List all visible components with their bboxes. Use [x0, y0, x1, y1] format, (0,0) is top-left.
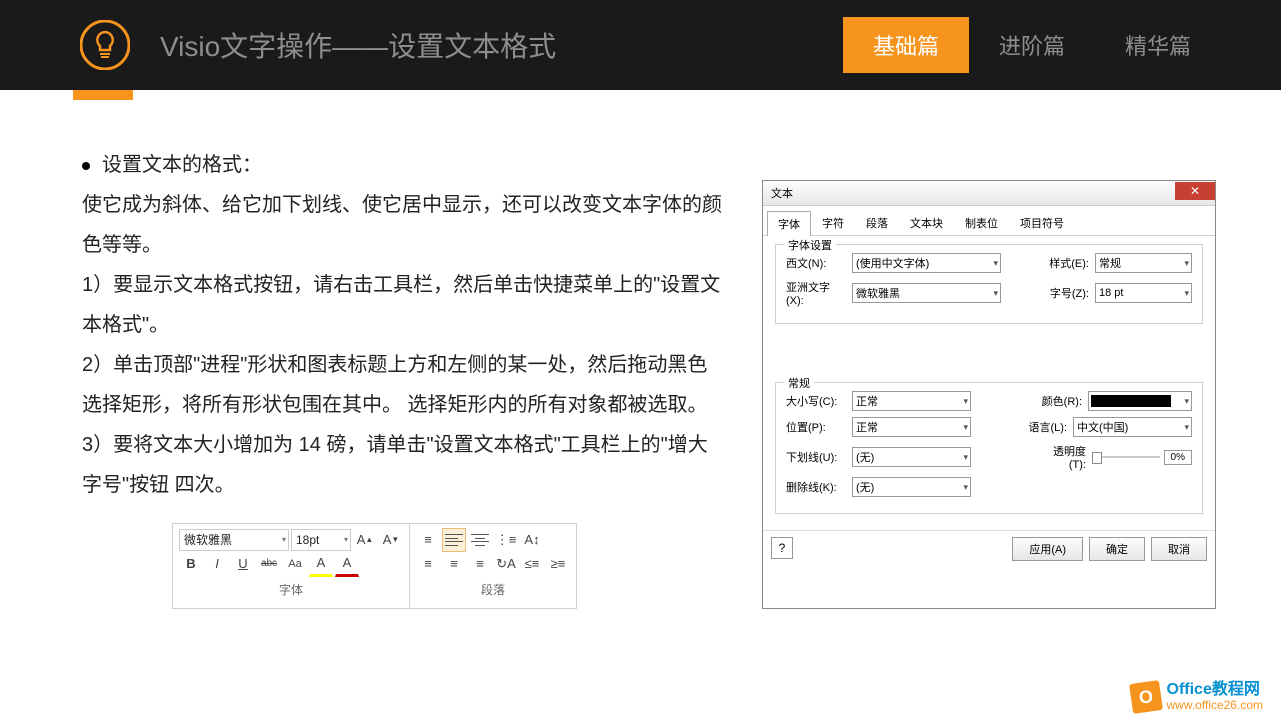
color-combo[interactable] — [1088, 391, 1192, 411]
instruction-text: 设置文本的格式： 使它成为斜体、给它加下划线、使它居中显示，还可以改变文本字体的… — [82, 145, 722, 609]
dialog-tabs: 字体 字符 段落 文本块 制表位 项目符号 — [763, 206, 1215, 236]
style-label: 样式(E): — [1043, 255, 1089, 271]
footer-brand: O Office教程网 www.office26.com — [1131, 681, 1264, 712]
strike-combo[interactable]: (无) — [852, 477, 971, 497]
asian-font-combo[interactable]: 微软雅黑 — [852, 283, 1001, 303]
western-label: 西文(N): — [786, 255, 846, 271]
font-settings-group: 字体设置 西文(N): (使用中文字体) 样式(E): 常规 亚洲文字(X): … — [775, 244, 1203, 324]
align-middle-button[interactable]: ≡ — [442, 552, 466, 576]
format-toolbar: 微软雅黑 18pt A▲ A▼ B I U abc Aa A A 字体 — [172, 523, 577, 609]
font-family-combo[interactable]: 微软雅黑 — [179, 529, 289, 551]
ok-button[interactable]: 确定 — [1089, 537, 1145, 561]
position-label: 位置(P): — [786, 419, 846, 435]
dlg-tab-font[interactable]: 字体 — [767, 211, 811, 236]
group-paragraph-label: 段落 — [416, 576, 570, 604]
case-combo[interactable]: 正常 — [852, 391, 971, 411]
trans-value: 0% — [1164, 450, 1192, 465]
grow-font-button[interactable]: A▲ — [353, 528, 377, 552]
group-label-font: 字体设置 — [784, 237, 836, 253]
underline-label: 下划线(U): — [786, 449, 846, 465]
section-heading: 设置文本的格式： — [102, 154, 262, 176]
dlg-tab-block[interactable]: 文本块 — [899, 210, 954, 235]
transparency-slider[interactable]: 0% — [1092, 450, 1192, 465]
group-label-general: 常规 — [784, 375, 814, 391]
case-label: 大小写(C): — [786, 393, 846, 409]
dlg-tab-bullet[interactable]: 项目符号 — [1009, 210, 1075, 235]
size-combo[interactable]: 18 pt — [1095, 283, 1192, 303]
nav-tabs: 基础篇 进阶篇 精华篇 — [843, 17, 1221, 73]
bold-button[interactable]: B — [179, 552, 203, 576]
paragraph-intro: 使它成为斜体、给它加下划线、使它居中显示，还可以改变文本字体的颜色等等。 — [82, 185, 722, 265]
style-combo[interactable]: 常规 — [1095, 253, 1192, 273]
strike-label: 删除线(K): — [786, 479, 846, 495]
western-font-combo[interactable]: (使用中文字体) — [852, 253, 1001, 273]
text-dialog: 文本 ✕ 字体 字符 段落 文本块 制表位 项目符号 字体设置 西文(N): (… — [762, 180, 1216, 609]
align-left-button[interactable] — [442, 528, 466, 552]
brand-url: www.office26.com — [1167, 699, 1264, 712]
general-group: 常规 大小写(C): 正常 颜色(R): 位置(P): 正常 语言(L): 中文… — [775, 382, 1203, 514]
dlg-tab-para[interactable]: 段落 — [855, 210, 899, 235]
align-center-button[interactable] — [468, 528, 492, 552]
cancel-button[interactable]: 取消 — [1151, 537, 1207, 561]
size-label: 字号(Z): — [1043, 285, 1089, 301]
rotate-button[interactable]: ↻A — [494, 552, 518, 576]
italic-button[interactable]: I — [205, 552, 229, 576]
asian-label: 亚洲文字(X): — [786, 279, 846, 307]
dialog-title: 文本 — [771, 185, 793, 201]
brand-name: Office教程网 — [1167, 681, 1264, 699]
lightbulb-icon — [75, 15, 135, 75]
step-3: 3）要将文本大小增加为 14 磅，请单击"设置文本格式"工具栏上的"增大字号"按… — [82, 425, 722, 505]
step-2: 2）单击顶部"进程"形状和图表标题上方和左侧的某一处，然后拖动黑色选择矩形，将所… — [82, 345, 722, 425]
header: Visio文字操作——设置文本格式 基础篇 进阶篇 精华篇 — [0, 0, 1281, 90]
tab-basic[interactable]: 基础篇 — [843, 17, 969, 73]
apply-button[interactable]: 应用(A) — [1012, 537, 1083, 561]
shrink-font-button[interactable]: A▼ — [379, 528, 403, 552]
case-button[interactable]: Aa — [283, 552, 307, 576]
bullet-icon — [82, 162, 90, 170]
text-direction-button[interactable]: A↕ — [520, 528, 544, 552]
lang-label: 语言(L): — [1021, 419, 1067, 435]
color-label: 颜色(R): — [1036, 393, 1082, 409]
tab-advanced[interactable]: 进阶篇 — [969, 17, 1095, 73]
accent-stripe — [73, 90, 133, 100]
bullets-button[interactable]: ≡ — [416, 528, 440, 552]
lang-combo[interactable]: 中文(中国) — [1073, 417, 1192, 437]
help-button[interactable]: ? — [771, 537, 793, 559]
page-title: Visio文字操作——设置文本格式 — [160, 25, 556, 65]
position-combo[interactable]: 正常 — [852, 417, 971, 437]
trans-label: 透明度(T): — [1040, 443, 1086, 471]
brand-icon: O — [1129, 680, 1163, 714]
decrease-indent-button[interactable]: ≤≡ — [520, 552, 544, 576]
dlg-tab-char[interactable]: 字符 — [811, 210, 855, 235]
dlg-tab-tab[interactable]: 制表位 — [954, 210, 1009, 235]
align-bottom-button[interactable]: ≡ — [468, 552, 492, 576]
font-size-combo[interactable]: 18pt — [291, 529, 351, 551]
underline-combo[interactable]: (无) — [852, 447, 971, 467]
highlight-button[interactable]: A — [309, 551, 333, 577]
dialog-titlebar[interactable]: 文本 ✕ — [763, 181, 1215, 206]
increase-indent-button[interactable]: ≥≡ — [546, 552, 570, 576]
close-icon[interactable]: ✕ — [1175, 182, 1215, 200]
tab-essence[interactable]: 精华篇 — [1095, 17, 1221, 73]
align-top-button[interactable]: ≡ — [416, 552, 440, 576]
strike-button[interactable]: abc — [257, 552, 281, 576]
step-1: 1）要显示文本格式按钮，请右击工具栏，然后单击快捷菜单上的"设置文本格式"。 — [82, 265, 722, 345]
underline-button[interactable]: U — [231, 552, 255, 576]
group-font-label: 字体 — [179, 576, 403, 604]
font-color-button[interactable]: A — [335, 551, 359, 577]
numbering-button[interactable]: ⋮≡ — [494, 528, 518, 552]
